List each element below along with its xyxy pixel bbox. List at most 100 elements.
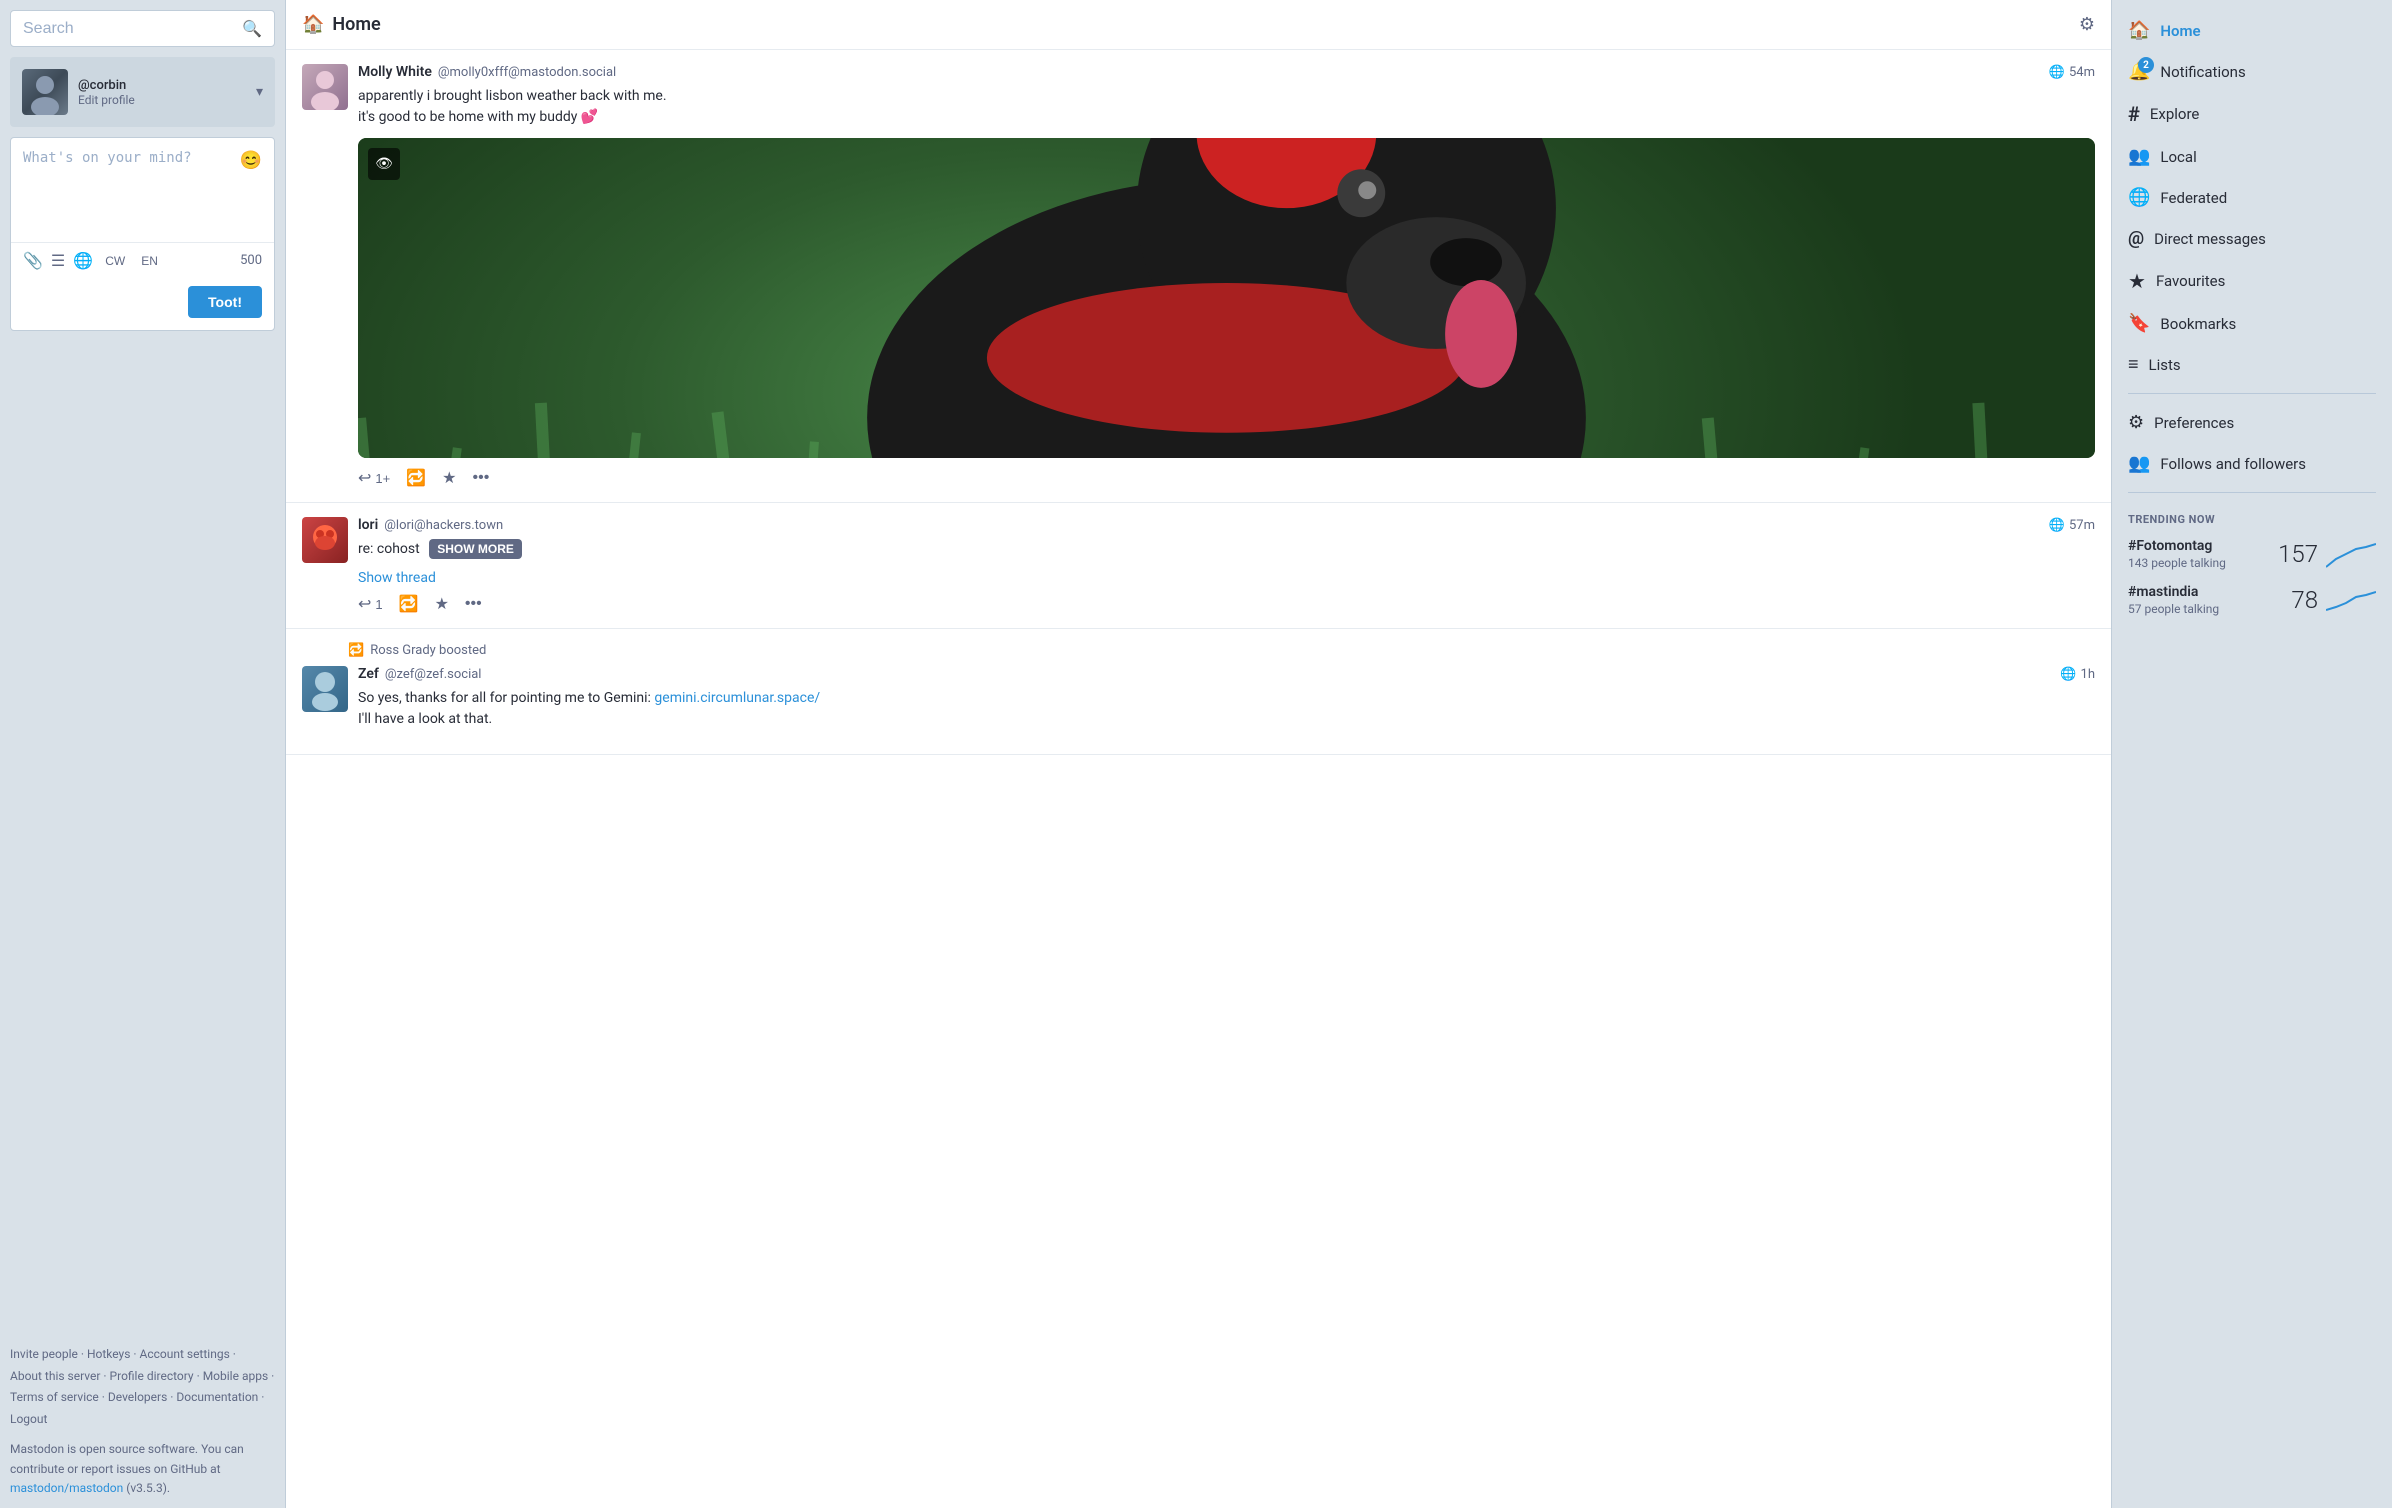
emoji-picker-icon[interactable]: 😊 xyxy=(240,150,262,171)
post-header: Molly White @molly0xfff@mastodon.social … xyxy=(302,64,2095,488)
post-name: Molly White xyxy=(358,64,432,80)
chevron-down-icon[interactable]: ▾ xyxy=(256,84,263,100)
nav-item-home[interactable]: 🏠 Home xyxy=(2112,10,2392,51)
invite-people-link[interactable]: Invite people xyxy=(10,1347,78,1361)
post-time-zef: 🌐 1h xyxy=(2060,667,2095,682)
post-timestamp-zef: 1h xyxy=(2081,667,2095,682)
post-image-dog: 👁 xyxy=(358,138,2095,458)
nav-label-notifications: Notifications xyxy=(2160,63,2245,81)
post-image-container: 👁 xyxy=(358,138,2095,458)
more-button[interactable]: ••• xyxy=(473,469,490,487)
post-header-lori: lori @lori@hackers.town 🌐 57m re: cohost… xyxy=(302,517,2095,614)
post-molly: Molly White @molly0xfff@mastodon.social … xyxy=(286,50,2111,503)
image-eye-icon[interactable]: 👁 xyxy=(368,148,400,180)
post-author-zef: Zef @zef@zef.social xyxy=(358,666,481,682)
post-avatar-lori[interactable] xyxy=(302,517,348,563)
local-icon: 👥 xyxy=(2128,146,2150,167)
profile-info: @corbin Edit profile xyxy=(78,78,135,107)
nav-item-explore[interactable]: # Explore xyxy=(2112,92,2392,136)
post-avatar-molly[interactable] xyxy=(302,64,348,110)
feed-title: Home xyxy=(332,14,380,35)
trending-tag-1: #Fotomontag xyxy=(2128,538,2278,554)
post-timestamp-lori: 57m xyxy=(2069,518,2095,533)
post-handle-zef: @zef@zef.social xyxy=(385,667,482,682)
nav-label-direct: Direct messages xyxy=(2154,230,2266,248)
nav-item-direct[interactable]: @ Direct messages xyxy=(2112,218,2392,259)
post-handle-lori: @lori@hackers.town xyxy=(384,518,503,533)
documentation-link[interactable]: Documentation xyxy=(176,1390,258,1404)
star-nav-icon: ★ xyxy=(2128,269,2146,293)
post-text-lori: re: cohost SHOW MORE xyxy=(358,539,2095,560)
edit-profile-link[interactable]: Edit profile xyxy=(78,93,135,107)
nav-label-favourites: Favourites xyxy=(2156,272,2225,290)
github-link[interactable]: mastodon/mastodon xyxy=(10,1481,123,1495)
cw-button[interactable]: CW xyxy=(101,252,129,270)
profile-handle: @corbin xyxy=(78,78,135,93)
nav-item-preferences[interactable]: ⚙ Preferences xyxy=(2112,402,2392,443)
trending-people-2: 57 people talking xyxy=(2128,602,2291,616)
nav-label-follows: Follows and followers xyxy=(2160,455,2306,473)
home-header-icon: 🏠 xyxy=(302,14,324,35)
trending-item-fotomontag[interactable]: #Fotomontag 143 people talking 157 xyxy=(2128,538,2376,570)
nav-item-local[interactable]: 👥 Local xyxy=(2112,136,2392,177)
compose-area: 😊 📎 ☰ 🌐 CW EN 500 Toot! xyxy=(10,137,275,331)
profile-card: @corbin Edit profile ▾ xyxy=(10,57,275,127)
nav-divider-2 xyxy=(2128,492,2376,493)
gemini-link[interactable]: gemini.circumlunar.space/ xyxy=(654,690,820,706)
star-icon: ★ xyxy=(442,468,456,488)
toot-button[interactable]: Toot! xyxy=(188,286,262,318)
post-content-lori: re: cohost SHOW MORE xyxy=(358,539,2095,560)
post-avatar-zef[interactable] xyxy=(302,666,348,712)
mobile-apps-link[interactable]: Mobile apps xyxy=(203,1369,268,1383)
terms-link[interactable]: Terms of service xyxy=(10,1390,99,1404)
post-lori: lori @lori@hackers.town 🌐 57m re: cohost… xyxy=(286,503,2111,629)
nav-label-explore: Explore xyxy=(2150,105,2200,123)
post-time-lori: 🌐 57m xyxy=(2049,518,2095,533)
more-button-lori[interactable]: ••• xyxy=(465,595,482,613)
nav-label-bookmarks: Bookmarks xyxy=(2160,315,2236,333)
nav-item-follows[interactable]: 👥 Follows and followers xyxy=(2112,443,2392,484)
nav-item-favourites[interactable]: ★ Favourites xyxy=(2112,259,2392,303)
avatar xyxy=(22,69,68,115)
nav-label-home: Home xyxy=(2160,22,2200,40)
account-settings-link[interactable]: Account settings xyxy=(140,1347,230,1361)
logout-link[interactable]: Logout xyxy=(10,1412,47,1426)
nav-label-local: Local xyxy=(2160,148,2196,166)
nav-item-notifications[interactable]: 🔔 2 Notifications xyxy=(2112,51,2392,92)
profile-directory-link[interactable]: Profile directory xyxy=(110,1369,194,1383)
reply-button-lori[interactable]: ↩ 1 xyxy=(358,594,383,614)
hashtag-icon: # xyxy=(2128,102,2140,126)
compose-textarea[interactable] xyxy=(11,138,274,238)
trending-people-1: 143 people talking xyxy=(2128,556,2278,570)
globe-icon[interactable]: 🌐 xyxy=(73,251,93,270)
boost-button-lori[interactable]: 🔁 xyxy=(399,594,419,614)
nav-item-lists[interactable]: ≡ Lists xyxy=(2112,344,2392,385)
globe-icon-small: 🌐 xyxy=(2049,65,2065,80)
post-timestamp: 54m xyxy=(2069,65,2095,80)
avatar-image xyxy=(22,69,68,115)
nav-item-federated[interactable]: 🌐 Federated xyxy=(2112,177,2392,218)
trending-item-mastindia[interactable]: #mastindia 57 people talking 78 xyxy=(2128,584,2376,616)
nav-label-preferences: Preferences xyxy=(2154,414,2234,432)
show-more-button[interactable]: SHOW MORE xyxy=(429,539,522,559)
post-meta: Molly White @molly0xfff@mastodon.social … xyxy=(358,64,2095,80)
search-input[interactable] xyxy=(23,20,242,38)
language-button[interactable]: EN xyxy=(137,252,162,270)
trending-chart-2 xyxy=(2326,585,2376,615)
format-icon[interactable]: ☰ xyxy=(51,251,65,270)
boost-button[interactable]: 🔁 xyxy=(406,468,426,488)
search-bar[interactable]: 🔍 xyxy=(10,10,275,47)
hotkeys-link[interactable]: Hotkeys xyxy=(87,1347,130,1361)
favourite-button[interactable]: ★ xyxy=(442,468,456,488)
boost-icon: 🔁 xyxy=(406,468,426,488)
attach-icon[interactable]: 📎 xyxy=(23,251,43,270)
nav-item-bookmarks[interactable]: 🔖 Bookmarks xyxy=(2112,303,2392,344)
about-server-link[interactable]: About this server xyxy=(10,1369,100,1383)
developers-link[interactable]: Developers xyxy=(108,1390,167,1404)
reply-button[interactable]: ↩ 1+ xyxy=(358,468,390,488)
left-panel: 🔍 @corbin Edit profile ▾ 😊 xyxy=(0,0,285,1508)
show-thread-link[interactable]: Show thread xyxy=(358,570,2095,586)
ellipsis-icon: ••• xyxy=(473,469,490,487)
favourite-button-lori[interactable]: ★ xyxy=(435,594,449,614)
filter-icon[interactable]: ⚙ xyxy=(2079,14,2095,35)
